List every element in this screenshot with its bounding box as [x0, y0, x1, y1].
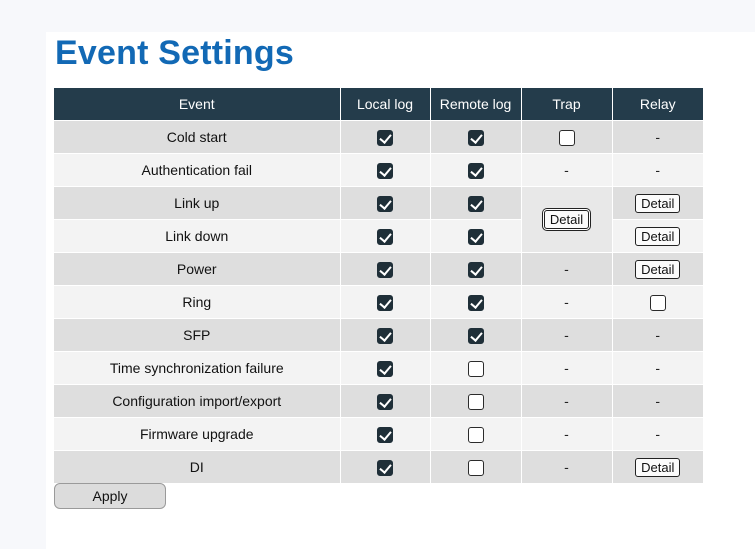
header-local-log: Local log: [339, 88, 430, 121]
trap-checkbox[interactable]: [558, 129, 575, 146]
remote-log-checkbox[interactable]: [467, 261, 484, 278]
table-row: Time synchronization failure - -: [54, 351, 703, 385]
event-name: Ring: [54, 285, 340, 319]
relay-detail-button[interactable]: Detail: [635, 457, 681, 477]
table-row: Configuration import/export - -: [54, 384, 703, 418]
table-row: Authentication fail - -: [54, 153, 703, 187]
event-name: Link up: [54, 186, 340, 220]
remote-log-checkbox[interactable]: [467, 393, 484, 410]
relay-detail-button[interactable]: Detail: [635, 259, 681, 279]
trap-na: -: [564, 426, 569, 442]
table-row: Link up Detail Detail: [54, 186, 703, 253]
relay-na: -: [655, 360, 661, 376]
local-log-checkbox[interactable]: [377, 261, 393, 278]
header-relay: Relay: [611, 88, 703, 121]
local-log-checkbox[interactable]: [377, 393, 393, 410]
header-event: Event: [54, 88, 340, 121]
apply-button[interactable]: Apply: [54, 483, 166, 509]
table-row: SFP - -: [54, 318, 703, 352]
trap-na: -: [564, 393, 569, 409]
event-name: Link down: [54, 219, 340, 253]
table-header-row: Event Local log Remote log Trap Relay: [54, 88, 703, 121]
remote-log-checkbox[interactable]: [467, 327, 484, 344]
remote-log-checkbox[interactable]: [467, 360, 484, 377]
local-log-checkbox[interactable]: [377, 195, 393, 212]
trap-na: -: [564, 459, 569, 475]
trap-na: -: [564, 327, 569, 343]
local-log-checkbox[interactable]: [377, 360, 393, 377]
relay-na: -: [655, 426, 661, 442]
relay-na: -: [655, 162, 661, 178]
local-log-checkbox[interactable]: [377, 129, 393, 146]
relay-detail-button[interactable]: Detail: [635, 226, 681, 246]
trap-na: -: [564, 162, 569, 178]
local-log-checkbox[interactable]: [377, 426, 393, 443]
trap-link-detail-button[interactable]: Detail: [543, 210, 590, 229]
header-trap: Trap: [520, 88, 612, 121]
table-row: Cold start -: [54, 120, 703, 154]
relay-na: -: [655, 129, 661, 145]
relay-detail-button[interactable]: Detail: [635, 193, 681, 213]
event-name: Power: [54, 252, 340, 286]
local-log-checkbox[interactable]: [377, 228, 393, 245]
event-name: SFP: [54, 318, 340, 352]
remote-log-checkbox[interactable]: [467, 426, 484, 443]
local-log-checkbox[interactable]: [377, 162, 393, 179]
table-row: Ring -: [54, 285, 703, 319]
local-log-checkbox[interactable]: [377, 327, 393, 344]
event-name: Configuration import/export: [54, 384, 340, 418]
remote-log-checkbox[interactable]: [467, 129, 484, 146]
remote-log-checkbox[interactable]: [467, 459, 484, 476]
event-settings-table: Event Local log Remote log Trap Relay Co…: [54, 88, 703, 483]
relay-checkbox[interactable]: [649, 294, 666, 311]
relay-na: -: [655, 393, 661, 409]
event-name: Firmware upgrade: [54, 417, 340, 451]
local-log-checkbox[interactable]: [377, 459, 393, 476]
remote-log-checkbox[interactable]: [467, 228, 484, 245]
event-name: Time synchronization failure: [54, 351, 340, 385]
trap-na: -: [564, 294, 569, 310]
table-row: Power - Detail: [54, 252, 703, 286]
header-remote-log: Remote log: [429, 88, 521, 121]
event-name: DI: [54, 450, 340, 483]
event-name: Authentication fail: [54, 153, 340, 187]
relay-na: -: [655, 327, 661, 343]
trap-na: -: [564, 261, 569, 277]
page-title: Event Settings: [55, 34, 294, 72]
remote-log-checkbox[interactable]: [467, 294, 484, 311]
local-log-checkbox[interactable]: [377, 294, 393, 311]
event-name: Cold start: [54, 120, 340, 154]
table-row: Firmware upgrade - -: [54, 417, 703, 451]
table-row: DI - Detail: [54, 450, 703, 483]
remote-log-checkbox[interactable]: [467, 162, 484, 179]
trap-na: -: [564, 360, 569, 376]
remote-log-checkbox[interactable]: [467, 195, 484, 212]
